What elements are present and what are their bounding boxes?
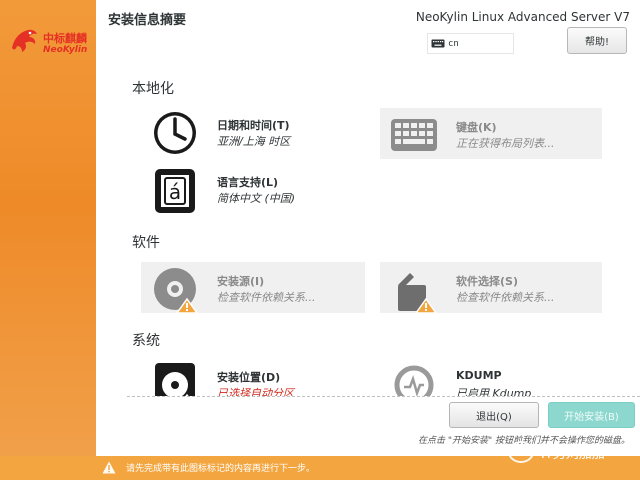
keyboard-icon [391,119,437,151]
begin-installation-button[interactable]: 开始安装(B) [548,402,635,428]
section-software-title: 软件 [132,235,160,251]
qilin-icon [12,29,37,52]
help-button[interactable]: 帮助! [567,27,627,54]
sidebar: 中标麒麟 NeoKylin [0,0,96,456]
language-icon: á [155,169,195,213]
keyboard-small-icon [431,39,445,48]
spoke-installation-source-status: 检查软件依赖关系... [217,291,316,304]
spoke-installation-destination-status: 已选择自动分区 [217,387,294,396]
watermark: IT男刘加加 [508,440,636,464]
spoke-kdump-status: 已启用 Kdump [456,387,532,396]
spoke-installation-source-name: 安装源(I) [217,275,265,288]
section-system-title: 系统 [132,333,160,349]
wechat-icon [508,441,534,463]
warning-text: 请先完成带有此图标标记的内容再进行下一步。 [126,464,316,474]
quit-button[interactable]: 退出(Q) [449,402,539,428]
product-title: NeoKylin Linux Advanced Server V7 [415,10,630,24]
spoke-date-time[interactable]: 日期和时间(T) 亚洲/上海 时区 [141,106,366,157]
logo-text-en: NeoKylin [43,45,88,55]
spoke-installation-destination-name: 安装位置(D) [217,371,281,384]
neokylin-logo: 中标麒麟 NeoKylin [8,24,92,64]
spoke-kdump[interactable]: KDUMP 已启用 Kdump [380,358,602,396]
spoke-installation-source[interactable]: 安装源(I) 检查软件依赖关系... [141,262,365,313]
warning-icon [102,461,116,474]
kdump-icon [394,365,434,396]
spoke-software-selection[interactable]: 软件选择(S) 检查软件依赖关系... [380,262,602,313]
spoke-date-time-name: 日期和时间(T) [217,119,290,132]
spoke-keyboard[interactable]: 键盘(K) 正在获得布局列表... [380,108,602,159]
harddisk-icon [155,363,195,396]
spoke-software-selection-name: 软件选择(S) [456,275,518,288]
page-title: 安装信息摘要 [108,13,187,28]
watermark-text: IT男刘加加 [541,446,605,462]
spoke-keyboard-status: 正在获得布局列表... [456,137,555,150]
clock-icon [154,112,196,154]
logo-text-cn: 中标麒麟 [43,32,87,45]
section-localization-title: 本地化 [132,81,174,97]
spoke-date-time-status: 亚洲/上海 时区 [217,135,291,148]
scroll-edge-divider [127,396,640,397]
spoke-keyboard-name: 键盘(K) [456,121,497,134]
svg-text:á: á [169,180,181,204]
spoke-kdump-name: KDUMP [456,369,502,382]
spoke-language-status: 简体中文 (中国) [217,192,296,205]
spoke-software-selection-status: 检查软件依赖关系... [456,291,555,304]
spoke-language-name: 语言支持(L) [217,176,279,189]
spoke-installation-destination[interactable]: 安装位置(D) 已选择自动分区 [141,358,366,396]
package-icon [398,273,437,313]
keyboard-layout-indicator[interactable]: cn [427,33,514,54]
keyboard-layout-value: cn [448,38,459,49]
disc-icon [154,268,198,313]
spoke-language-support[interactable]: á 语言支持(L) 简体中文 (中国) [141,163,366,214]
